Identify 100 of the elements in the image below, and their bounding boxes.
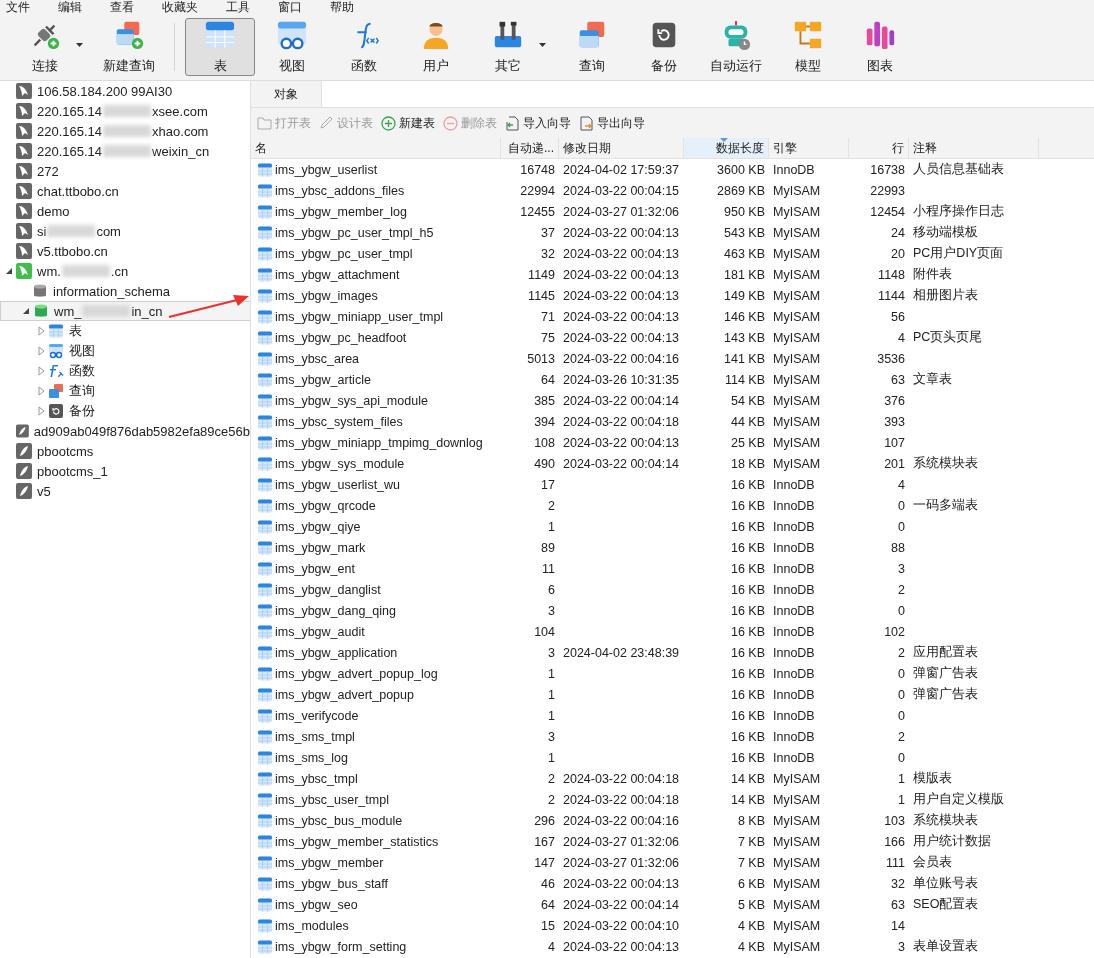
table-name-cell[interactable]: ims_verifycode	[251, 705, 501, 726]
toolbar-button[interactable]: 用户	[401, 18, 471, 76]
toolbar-button[interactable]: 视图	[257, 18, 327, 76]
table-name-cell[interactable]: ims_ybsc_tmpl	[251, 768, 501, 789]
table-name-cell[interactable]: ims_ybsc_user_tmpl	[251, 789, 501, 810]
table-name-cell[interactable]: ims_ybgw_advert_popup	[251, 684, 501, 705]
column-header[interactable]: 修改日期	[559, 138, 684, 159]
table-name-cell[interactable]: ims_ybgw_userlist_wu	[251, 474, 501, 495]
toolbar-button[interactable]: 表	[185, 18, 255, 76]
table-name-cell[interactable]: ims_sms_log	[251, 747, 501, 768]
tree-item[interactable]: ad909ab049f876dab5982efa89ce56b	[0, 421, 250, 441]
tree-item[interactable]: 220.165.14 xsee.com	[0, 101, 250, 121]
column-header[interactable]: 行	[849, 138, 909, 159]
table-name-cell[interactable]: ims_ybsc_area	[251, 348, 501, 369]
menu-item[interactable]: 窗口	[278, 0, 302, 14]
tree-item[interactable]: 106.58.184.200 99AI30	[0, 81, 250, 101]
column-header[interactable]: 自动递...	[501, 138, 559, 159]
table-name-cell[interactable]: ims_ybgw_danglist	[251, 579, 501, 600]
tree-item[interactable]: 272	[0, 161, 250, 181]
tree-item[interactable]: 表	[0, 321, 250, 341]
tree-item[interactable]: 220.165.14 xhao.com	[0, 121, 250, 141]
table-icon	[48, 323, 64, 339]
table-name-cell[interactable]: ims_ybgw_miniapp_user_tmpl	[251, 306, 501, 327]
table-name-cell[interactable]: ims_ybgw_ent	[251, 558, 501, 579]
table-cell-text: 166	[883, 833, 906, 851]
table-name-cell[interactable]: ims_ybgw_member_statistics	[251, 831, 501, 852]
toolbar-button[interactable]: 模型	[773, 18, 843, 76]
table-name-cell[interactable]: ims_ybgw_advert_popup_log	[251, 663, 501, 684]
column-header[interactable]: 数据长度	[684, 138, 769, 159]
table-name-cell[interactable]: ims_ybsc_bus_module	[251, 810, 501, 831]
table-name-cell[interactable]: ims_ybgw_mark	[251, 537, 501, 558]
table-name-cell[interactable]: ims_modules	[251, 915, 501, 936]
collapse-icon[interactable]	[4, 266, 14, 276]
table-name-cell[interactable]: ims_ybgw_member_log	[251, 201, 501, 222]
toolbar-action[interactable]: 导出向导	[579, 114, 645, 132]
table-name-cell[interactable]: ims_ybgw_pc_user_tmpl_h5	[251, 222, 501, 243]
column-header[interactable]: 注释	[909, 138, 1039, 159]
tree-item[interactable]: 查询	[0, 381, 250, 401]
menu-item[interactable]: 文件	[6, 0, 30, 14]
tree-item[interactable]: pbootcms_1	[0, 461, 250, 481]
table-name-cell[interactable]: ims_ybgw_seo	[251, 894, 501, 915]
table-name-cell[interactable]: ims_ybgw_form_setting	[251, 936, 501, 957]
tree-item[interactable]: si com	[0, 221, 250, 241]
toolbar-button[interactable]: 备份	[629, 18, 699, 76]
menu-item[interactable]: 帮助	[330, 0, 354, 14]
tree-item[interactable]: 备份	[0, 401, 250, 421]
table-name-cell[interactable]: ims_ybsc_system_files	[251, 411, 501, 432]
table-name-cell[interactable]: ims_sms_tmpl	[251, 726, 501, 747]
table-name-cell[interactable]: ims_ybsc_addons_files	[251, 180, 501, 201]
tree-item[interactable]: v5.ttbobo.cn	[0, 241, 250, 261]
caret-icon[interactable]	[76, 43, 83, 47]
tree-item[interactable]: demo	[0, 201, 250, 221]
toolbar-button[interactable]: 自动运行	[701, 18, 771, 76]
tree-item[interactable]: v5	[0, 481, 250, 501]
toolbar-button[interactable]: 连接	[10, 18, 80, 76]
table-cell-text: 4 KB	[736, 938, 766, 956]
table-name-cell[interactable]: ims_ybgw_bus_staff	[251, 873, 501, 894]
table-name-cell[interactable]: ims_ybgw_sys_module	[251, 453, 501, 474]
menu-item[interactable]: 工具	[226, 0, 250, 14]
tree-item[interactable]: chat.ttbobo.cn	[0, 181, 250, 201]
toolbar-button[interactable]: 其它	[473, 18, 543, 76]
table-name-cell[interactable]: ims_ybgw_images	[251, 285, 501, 306]
table-name-cell[interactable]: ims_ybgw_dang_qing	[251, 600, 501, 621]
table-name-cell[interactable]: ims_ybgw_miniapp_tmpimg_downlog	[251, 432, 501, 453]
toolbar-button[interactable]: 函数	[329, 18, 399, 76]
table-name-cell[interactable]: ims_ybgw_audit	[251, 621, 501, 642]
table-icon	[257, 308, 273, 325]
column-header[interactable]: 名	[251, 138, 501, 159]
column-header[interactable]: 引擎	[769, 138, 849, 159]
toolbar-button[interactable]: 新建查询	[94, 18, 164, 76]
table-name-cell[interactable]: ims_ybgw_qiye	[251, 516, 501, 537]
menu-item[interactable]: 查看	[110, 0, 134, 14]
tree-item[interactable]: 220.165.14 weixin_cn	[0, 141, 250, 161]
table-cell-text: 16 KB	[729, 644, 766, 662]
table-cell-text: 2024-03-22 00:04:13	[562, 329, 681, 347]
table-name-cell[interactable]: ims_ybgw_pc_user_tmpl	[251, 243, 501, 264]
toolbar-button[interactable]: 图表	[845, 18, 915, 76]
tree-item[interactable]: pbootcms	[0, 441, 250, 461]
tree-item[interactable]: wm_ in_cn	[0, 301, 250, 321]
table-name-cell[interactable]: ims_ybgw_application	[251, 642, 501, 663]
toolbar-button[interactable]: 查询	[557, 18, 627, 76]
tree-item[interactable]: 函数	[0, 361, 250, 381]
table-name-cell[interactable]: ims_ybgw_pc_headfoot	[251, 327, 501, 348]
table-name-cell[interactable]: ims_ybgw_article	[251, 369, 501, 390]
tree-item[interactable]: information_schema	[0, 281, 250, 301]
caret-icon[interactable]	[539, 43, 546, 47]
menu-item[interactable]: 编辑	[58, 0, 82, 14]
table-name-cell[interactable]: ims_ybgw_qrcode	[251, 495, 501, 516]
toolbar-action[interactable]: 导入向导	[505, 114, 571, 132]
table-name-cell[interactable]: ims_ybgw_attachment	[251, 264, 501, 285]
table-name-cell[interactable]: ims_ybgw_member	[251, 852, 501, 873]
tree-item[interactable]: wm. .cn	[0, 261, 250, 281]
table-name-cell[interactable]: ims_ybgw_sys_api_module	[251, 390, 501, 411]
toolbar-action[interactable]: 新建表	[381, 114, 435, 132]
tree-item[interactable]: 视图	[0, 341, 250, 361]
collapse-icon[interactable]	[21, 306, 31, 316]
menu-item[interactable]: 收藏夹	[162, 0, 198, 14]
table-cell-text: 2024-03-26 10:31:35	[562, 371, 681, 389]
table-cell-text: 16 KB	[729, 623, 766, 641]
table-name-cell[interactable]: ims_ybgw_userlist	[251, 159, 501, 180]
